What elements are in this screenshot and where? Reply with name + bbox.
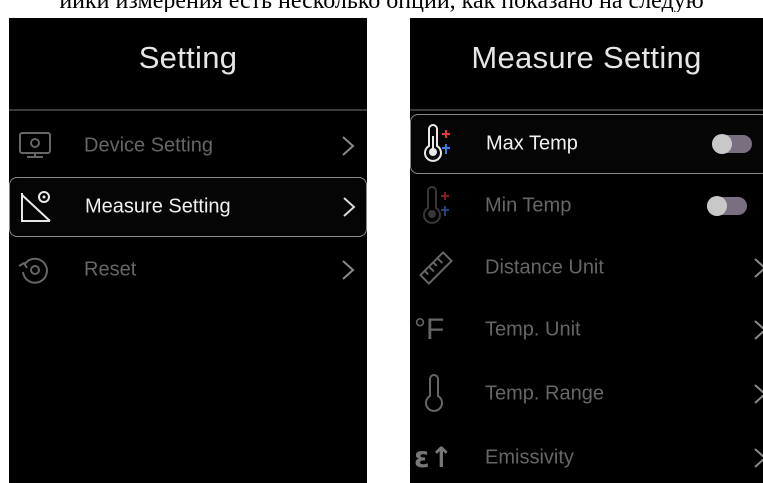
reset-icon bbox=[15, 250, 55, 290]
title-divider bbox=[9, 109, 367, 111]
menu-item-emissivity[interactable]: ε↑ Emissivity bbox=[410, 428, 763, 483]
menu-item-label: Emissivity bbox=[485, 446, 574, 469]
measure-angle-icon bbox=[16, 187, 56, 227]
title-divider bbox=[410, 109, 763, 111]
caption-text: ийки измерения есть несколько опций, как… bbox=[0, 0, 763, 12]
min-temp-toggle[interactable] bbox=[707, 196, 747, 216]
menu-item-distance-unit[interactable]: Distance Unit bbox=[410, 238, 763, 298]
toggle-knob bbox=[707, 196, 727, 216]
menu-item-label: Temp. Range bbox=[485, 382, 604, 405]
page-title: Measure Setting bbox=[471, 40, 702, 75]
menu-item-label: Min Temp bbox=[485, 194, 572, 217]
menu-item-label: Measure Setting bbox=[85, 195, 231, 218]
chevron-right-icon bbox=[753, 383, 763, 405]
menu-item-label: Distance Unit bbox=[485, 256, 604, 279]
thermometer-min-icon bbox=[416, 186, 456, 226]
menu-item-label: Device Setting bbox=[84, 134, 213, 157]
max-temp-toggle[interactable] bbox=[712, 134, 752, 154]
setting-screen: Setting Device Setting Measure Setting R… bbox=[9, 18, 367, 483]
menu-item-measure-setting[interactable]: Measure Setting bbox=[9, 177, 367, 237]
page-title: Setting bbox=[138, 40, 238, 75]
emissivity-icon: ε↑ bbox=[414, 441, 454, 474]
menu-item-max-temp[interactable]: Max Temp bbox=[410, 114, 763, 174]
menu-item-label: Reset bbox=[84, 258, 137, 281]
menu-item-temp-range[interactable]: Temp. Range bbox=[410, 364, 763, 424]
measure-setting-screen: Measure Setting Max Temp Min Temp Distan… bbox=[410, 18, 763, 483]
menu-item-reset[interactable]: Reset bbox=[9, 240, 367, 300]
chevron-right-icon bbox=[753, 447, 763, 469]
chevron-right-icon bbox=[753, 319, 763, 341]
menu-item-min-temp[interactable]: Min Temp bbox=[410, 176, 763, 236]
chevron-right-icon bbox=[342, 196, 356, 218]
chevron-right-icon bbox=[753, 257, 763, 279]
chevron-right-icon bbox=[341, 259, 355, 281]
menu-item-device-setting[interactable]: Device Setting bbox=[9, 116, 367, 176]
menu-item-temp-unit[interactable]: °F Temp. Unit bbox=[410, 300, 763, 360]
menu-item-label: Temp. Unit bbox=[485, 318, 581, 341]
chevron-right-icon bbox=[341, 135, 355, 157]
thermometer-icon bbox=[416, 374, 456, 414]
fahrenheit-icon: °F bbox=[414, 313, 445, 346]
thermometer-max-icon bbox=[417, 124, 457, 164]
ruler-icon bbox=[416, 248, 456, 288]
toggle-knob bbox=[712, 134, 732, 154]
monitor-icon bbox=[15, 126, 55, 166]
menu-item-label: Max Temp bbox=[486, 132, 578, 155]
